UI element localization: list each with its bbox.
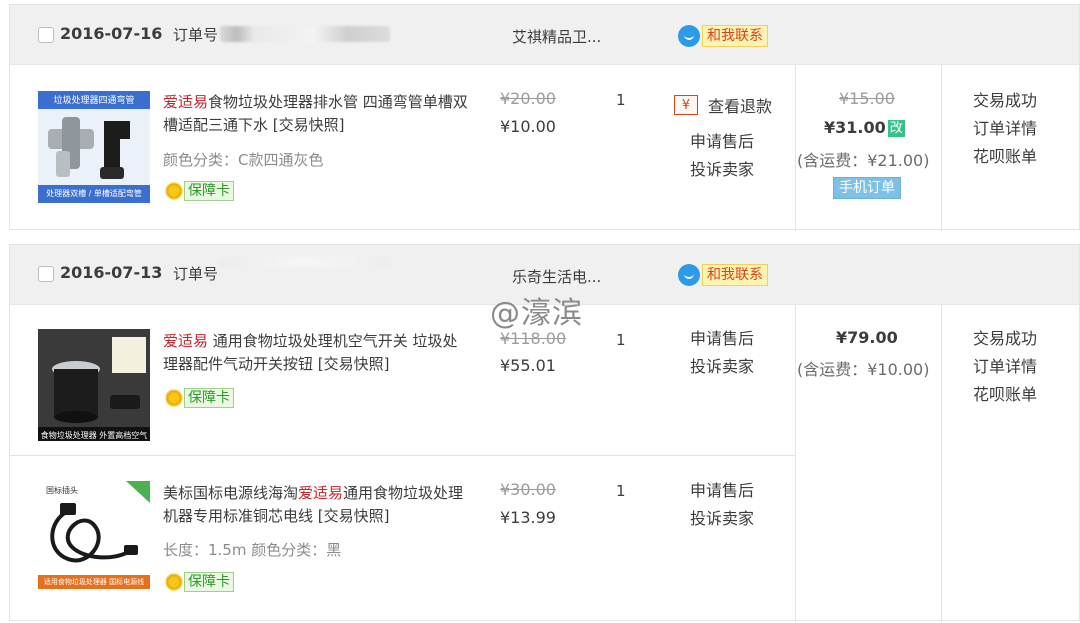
order-checkbox[interactable] xyxy=(38,266,54,282)
shipping-fee: (含运费：¥10.00) xyxy=(797,360,930,379)
thumbnail-caption-bottom: 适用食物垃圾处理器 国标电源线 xyxy=(43,578,145,586)
shop-name-link[interactable]: 乐奇生活电... xyxy=(512,266,601,287)
quantity: 1 xyxy=(616,331,626,349)
flower-icon xyxy=(165,573,183,591)
product-title-link[interactable]: 美标国标电源线海淘爱适易通用食物垃圾处理机器专用标准铜芯电线 [交易快照] xyxy=(163,482,468,528)
product-thumbnail[interactable]: 垃圾处理器四通弯管 处理器双槽 / 单槽适配弯管 xyxy=(38,91,150,203)
order-date: 2016-07-16 xyxy=(60,24,163,43)
item-actions: 申请售后 投诉卖家 xyxy=(690,128,754,184)
order-total-value: ¥31.00 xyxy=(824,118,886,137)
order-total: ¥79.00 xyxy=(836,328,898,347)
flower-icon xyxy=(165,389,183,407)
order-detail-link[interactable]: 订单详情 xyxy=(973,353,1037,381)
thumbnail-caption-bottom: 处理器双槽 / 单槽适配弯管 xyxy=(46,189,142,198)
view-refund-label: 查看退款 xyxy=(708,97,773,116)
shipping-fee: (含运费：¥21.00) xyxy=(797,151,930,170)
complain-seller-link[interactable]: 投诉卖家 xyxy=(690,156,754,184)
order-number-redacted xyxy=(220,26,390,42)
guarantee-card-label: 保障卡 xyxy=(184,181,234,201)
product-title-text: 食物垃圾处理器排水管 四通弯管单槽双槽适配三通下水 [交易快照] xyxy=(163,93,468,134)
price-modified-badge: 改 xyxy=(887,120,905,137)
thumbnail-caption-top: 国标插头 xyxy=(46,486,78,495)
huabei-bill-link[interactable]: 花呗账单 xyxy=(973,381,1037,409)
divider xyxy=(795,305,796,622)
apply-after-sale-link[interactable]: 申请售后 xyxy=(690,128,754,156)
order-date: 2016-07-13 xyxy=(60,263,163,282)
unit-price: ¥10.00 xyxy=(500,117,556,136)
guarantee-card-label: 保障卡 xyxy=(184,572,234,592)
guarantee-card-badge[interactable]: 保障卡 xyxy=(165,180,234,202)
product-sku: 颜色分类：C款四通灰色 xyxy=(163,151,324,169)
order-total-value: ¥79.00 xyxy=(836,328,898,347)
divider xyxy=(941,65,942,231)
mobile-order-badge: 手机订单 xyxy=(833,177,901,199)
divider xyxy=(941,305,942,622)
guarantee-card-label: 保障卡 xyxy=(184,388,234,408)
contact-seller-label: 和我联系 xyxy=(702,264,768,286)
air-switch-image xyxy=(38,329,150,441)
order-number-redacted xyxy=(220,257,390,267)
divider xyxy=(795,65,796,231)
order-total: ¥31.00 改 xyxy=(824,118,905,137)
product-brand: 爱适易 xyxy=(163,332,209,350)
trade-success-status: 交易成功 xyxy=(973,91,1038,110)
original-price: ¥20.00 xyxy=(500,89,556,108)
product-brand: 爱适易 xyxy=(298,484,344,502)
contact-seller-label: 和我联系 xyxy=(702,25,768,47)
order-number-label: 订单号 xyxy=(173,26,219,44)
guarantee-card-badge[interactable]: 保障卡 xyxy=(165,387,234,409)
trade-success-status: 交易成功 xyxy=(973,329,1038,348)
guarantee-card-badge[interactable]: 保障卡 xyxy=(165,571,234,593)
wangwang-icon xyxy=(678,25,700,47)
huabei-bill-link[interactable]: 花呗账单 xyxy=(973,143,1037,171)
product-thumbnail[interactable]: 食物垃圾处理器 外置高档空气开关 xyxy=(38,329,150,441)
divider xyxy=(10,455,795,456)
quantity: 1 xyxy=(616,91,626,109)
view-refund-link[interactable]: ¥ 查看退款 xyxy=(674,93,772,117)
unit-price: ¥55.01 xyxy=(500,356,556,375)
order-header: 2016-07-16 订单号 艾祺精品卫... 和我联系 xyxy=(10,5,1079,65)
product-title-link[interactable]: 爱适易食物垃圾处理器排水管 四通弯管单槽双槽适配三通下水 [交易快照] xyxy=(163,91,468,137)
complain-seller-link[interactable]: 投诉卖家 xyxy=(690,505,754,533)
flower-icon xyxy=(165,182,183,200)
weibo-watermark: @濠滨 xyxy=(490,296,583,331)
complain-seller-link[interactable]: 投诉卖家 xyxy=(690,353,754,381)
apply-after-sale-link[interactable]: 申请售后 xyxy=(690,477,754,505)
order-detail-link[interactable]: 订单详情 xyxy=(973,115,1037,143)
thumbnail-caption-top: 垃圾处理器四通弯管 xyxy=(53,96,135,106)
order-number-label: 订单号 xyxy=(173,265,219,283)
total-original-price: ¥15.00 xyxy=(839,89,895,108)
wangwang-icon xyxy=(678,264,700,286)
item-actions: 申请售后 投诉卖家 xyxy=(690,477,754,533)
unit-price: ¥13.99 xyxy=(500,508,556,527)
product-title-prefix: 美标国标电源线海淘 xyxy=(163,484,299,502)
order-checkbox[interactable] xyxy=(38,27,54,43)
apply-after-sale-link[interactable]: 申请售后 xyxy=(690,325,754,353)
order-card: 2016-07-16 订单号 艾祺精品卫... 和我联系 垃圾处理器四通弯管 处… xyxy=(9,4,1080,231)
thumbnail-caption-bottom: 食物垃圾处理器 外置高档空气开关 xyxy=(40,431,148,440)
product-brand: 爱适易 xyxy=(163,93,209,111)
product-title-text: 通用食物垃圾处理机空气开关 垃圾处理器配件气动开关按钮 [交易快照] xyxy=(163,332,458,373)
original-price: ¥30.00 xyxy=(500,480,556,499)
shop-name-link[interactable]: 艾祺精品卫... xyxy=(512,26,601,47)
product-title-link[interactable]: 爱适易 通用食物垃圾处理机空气开关 垃圾处理器配件气动开关按钮 [交易快照] xyxy=(163,330,468,376)
item-actions: 申请售后 投诉卖家 xyxy=(690,325,754,381)
product-thumbnail[interactable]: 国标插头 适用食物垃圾处理器 国标电源线 xyxy=(38,481,150,593)
contact-seller-button[interactable]: 和我联系 xyxy=(678,24,768,48)
contact-seller-button[interactable]: 和我联系 xyxy=(678,263,768,287)
product-sku: 长度：1.5m 颜色分类：黑 xyxy=(163,541,342,559)
yen-icon: ¥ xyxy=(674,95,698,115)
order-status-links: 交易成功 订单详情 花呗账单 xyxy=(973,87,1037,171)
pipe-fitting-image xyxy=(38,91,150,203)
order-status-links: 交易成功 订单详情 花呗账单 xyxy=(973,325,1037,409)
quantity: 1 xyxy=(616,482,626,500)
